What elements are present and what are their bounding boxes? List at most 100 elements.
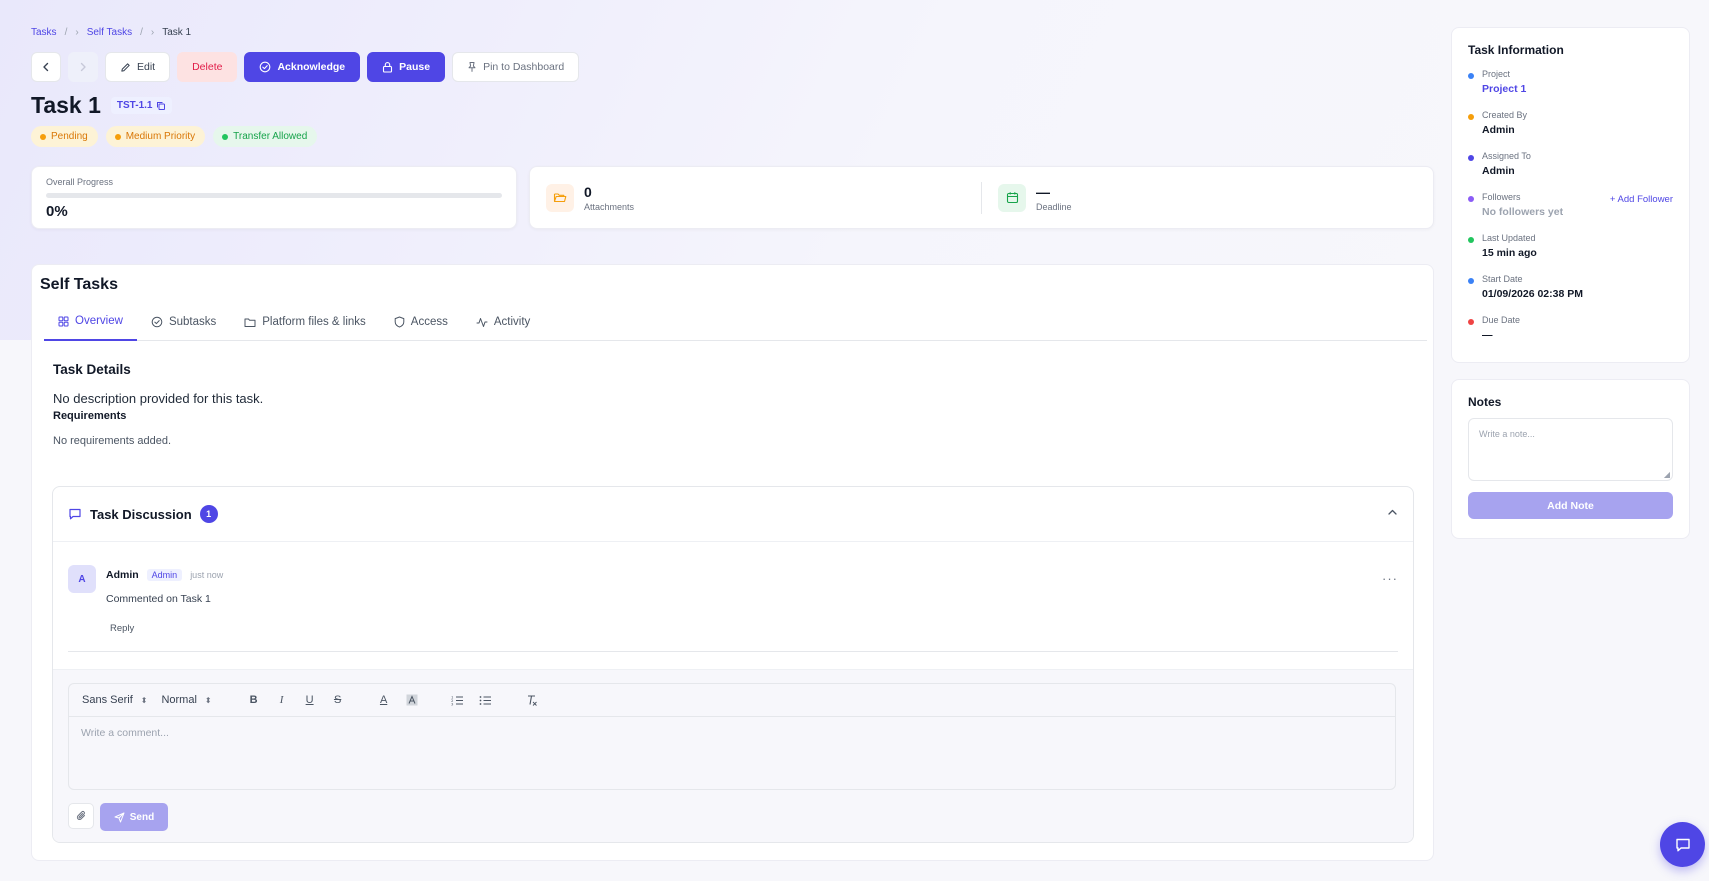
strikethrough-icon[interactable]: S: [328, 690, 348, 710]
note-input[interactable]: Write a note... ◢: [1468, 418, 1673, 481]
comment-item: A Admin Admin just now Commented on Task…: [68, 542, 1398, 652]
size-select-value: Normal: [161, 694, 197, 706]
pause-button[interactable]: Pause: [367, 52, 446, 82]
ordered-list-icon[interactable]: 123: [448, 690, 468, 710]
pencil-icon: [121, 62, 130, 72]
stats-card: 0 Attachments — Deadline: [529, 166, 1434, 229]
rich-text-editor: Sans Serif ⬍ Normal ⬍ B I U S A 1 2 3 Wr…: [68, 683, 1396, 790]
status-badge: Pending: [31, 126, 98, 147]
tab-access[interactable]: Access: [380, 303, 462, 341]
comment-composer: Sans Serif ⬍ Normal ⬍ B I U S A 1 2 3 Wr…: [53, 669, 1413, 842]
priority-dot: [114, 133, 121, 140]
reply-button[interactable]: Reply: [110, 623, 134, 634]
info-assigned-to: Assigned To Admin: [1468, 151, 1673, 192]
more-options-icon[interactable]: ···: [1382, 571, 1398, 586]
start-dot: [1468, 278, 1474, 284]
copy-icon[interactable]: [156, 101, 166, 111]
edit-button[interactable]: Edit: [105, 52, 171, 82]
transfer-badge: Transfer Allowed: [213, 126, 318, 147]
lock-icon: [383, 62, 393, 73]
delete-button[interactable]: Delete: [177, 52, 238, 82]
add-note-button[interactable]: Add Note: [1468, 492, 1673, 519]
add-follower-button[interactable]: + Add Follower: [1610, 194, 1673, 205]
info-label: Created By: [1482, 110, 1528, 120]
tab-activity[interactable]: Activity: [462, 303, 544, 341]
chevron-up-icon[interactable]: [1387, 507, 1398, 521]
italic-icon[interactable]: I: [272, 690, 292, 710]
chevron-left-icon: [43, 62, 49, 72]
bullet-list-icon[interactable]: [476, 690, 496, 710]
updated-dot: [1468, 237, 1474, 243]
resize-handle-icon[interactable]: ◢: [1664, 470, 1670, 479]
tab-platform-files[interactable]: Platform files & links: [230, 303, 380, 341]
send-icon: [114, 812, 125, 822]
text-color-icon[interactable]: A: [374, 690, 394, 710]
tab-label: Access: [410, 316, 448, 328]
pin-to-dashboard-button[interactable]: Pin to Dashboard: [452, 52, 580, 82]
info-value: 15 min ago: [1482, 247, 1537, 259]
acknowledge-button[interactable]: Acknowledge: [244, 52, 361, 82]
clear-format-icon[interactable]: [522, 690, 542, 710]
requirements-empty: No requirements added.: [53, 435, 172, 447]
attachments-stat: 0 Attachments: [530, 183, 981, 212]
notes-card: Notes Write a note... ◢ Add Note: [1451, 379, 1690, 539]
underline-icon[interactable]: U: [300, 690, 320, 710]
font-select-value: Sans Serif: [82, 694, 133, 706]
progress-label: Overall Progress: [46, 177, 114, 187]
tab-subtasks[interactable]: Subtasks: [137, 303, 230, 341]
priority-label: Medium Priority: [125, 131, 196, 142]
project-link[interactable]: Project 1: [1482, 83, 1673, 95]
assigned-dot: [1468, 155, 1474, 161]
task-code-badge[interactable]: TST-1.1: [110, 97, 173, 114]
paperclip-icon: [76, 811, 85, 820]
info-value: —: [1482, 329, 1493, 341]
comment-role-badge: Admin: [146, 569, 183, 581]
discussion-header[interactable]: Task Discussion 1: [53, 487, 1413, 542]
tab-overview[interactable]: Overview: [44, 303, 137, 341]
size-select[interactable]: Normal ⬍: [161, 694, 211, 706]
info-value: Admin: [1482, 165, 1515, 177]
due-dot: [1468, 319, 1474, 325]
back-button[interactable]: [31, 52, 61, 82]
info-label: Assigned To: [1482, 151, 1531, 161]
tab-label: Subtasks: [168, 316, 217, 328]
title-row: Task 1 TST-1.1: [31, 92, 173, 119]
page-title: Task 1: [31, 92, 101, 118]
task-discussion: Task Discussion 1 A Admin Admin just now…: [52, 486, 1414, 843]
discussion-title: Task Discussion: [90, 506, 192, 522]
self-tasks-panel: Self Tasks Overview Subtasks Platform fi…: [31, 264, 1434, 861]
chat-icon: [1675, 838, 1690, 851]
delete-label: Delete: [192, 61, 223, 73]
tab-label: Overview: [75, 315, 123, 327]
comment-count-badge: 1: [199, 505, 218, 523]
chat-button[interactable]: [1660, 822, 1705, 867]
activity-icon: [476, 317, 488, 327]
highlight-icon[interactable]: [402, 690, 422, 710]
grid-icon: [58, 316, 69, 326]
edit-label: Edit: [137, 61, 156, 73]
breadcrumb-self-tasks[interactable]: Self Tasks: [87, 27, 132, 38]
info-due-date: Due Date —: [1468, 315, 1673, 356]
font-select[interactable]: Sans Serif ⬍: [82, 694, 147, 706]
chevron-right-icon: [80, 62, 86, 72]
info-label: Due Date: [1482, 315, 1521, 325]
bold-icon[interactable]: B: [244, 690, 264, 710]
notes-title: Notes: [1468, 395, 1502, 409]
task-information-card: Task Information Project Project 1 Creat…: [1451, 27, 1690, 363]
breadcrumb-tasks[interactable]: Tasks: [31, 27, 57, 38]
comment-text: Commented on Task 1: [106, 593, 211, 605]
check-circle-icon: [260, 61, 271, 73]
task-description: No description provided for this task.: [53, 391, 264, 406]
action-toolbar: Edit Delete Acknowledge Pause Pin to Das…: [31, 52, 580, 82]
info-created-by: Created By Admin: [1468, 110, 1673, 151]
pause-label: Pause: [399, 61, 431, 73]
send-button[interactable]: Send: [100, 803, 168, 831]
editor-toolbar: Sans Serif ⬍ Normal ⬍ B I U S A 1 2 3: [69, 684, 1395, 717]
forward-button[interactable]: [68, 52, 98, 82]
calendar-icon: [998, 183, 1026, 212]
info-label: Project: [1482, 69, 1511, 79]
transfer-label: Transfer Allowed: [233, 131, 308, 142]
shield-icon: [394, 316, 405, 328]
comment-input[interactable]: Write a comment...: [69, 717, 1395, 749]
attach-button[interactable]: [68, 803, 94, 829]
